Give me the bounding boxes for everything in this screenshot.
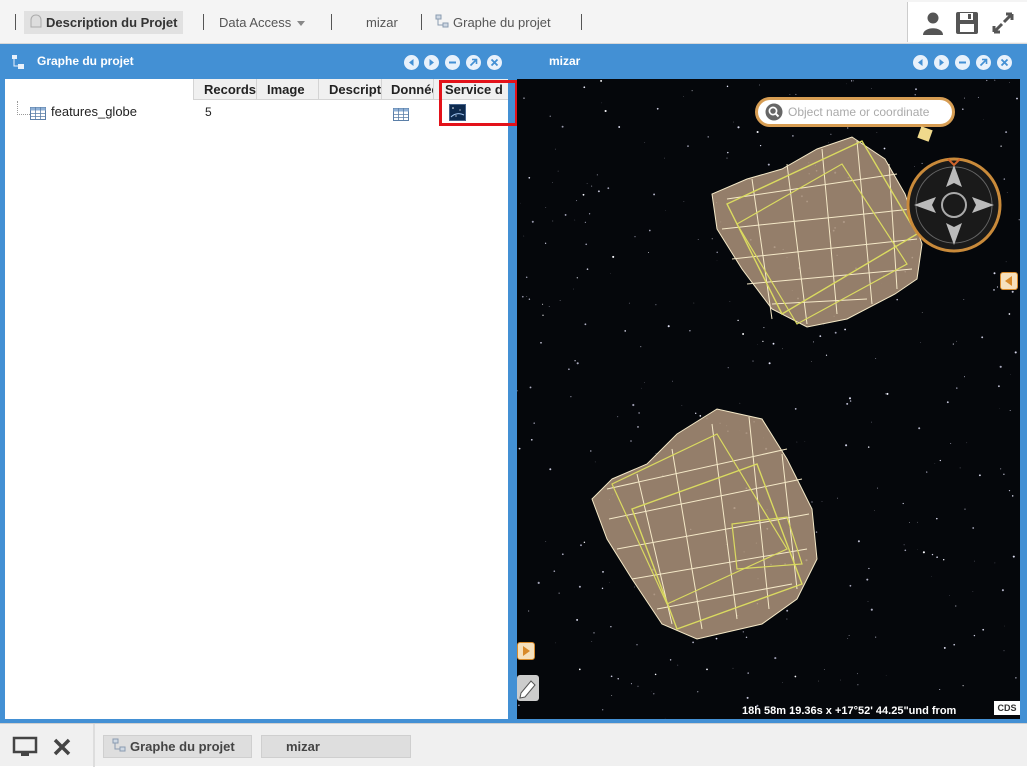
right-window-controls	[913, 55, 1017, 71]
close-icon[interactable]	[997, 55, 1012, 70]
minimize-icon[interactable]	[955, 55, 970, 70]
highlight-box	[439, 80, 518, 126]
toolbar-separator	[421, 14, 422, 30]
save-icon[interactable]	[954, 10, 980, 36]
column-header-records[interactable]: Records	[193, 79, 256, 100]
graph-icon	[11, 54, 25, 73]
tab-graphe-du-projet[interactable]: Graphe du projet	[429, 11, 557, 34]
tab-description-du-projet[interactable]: Description du Projet	[24, 11, 183, 34]
table-row[interactable]: features_globe 5	[5, 101, 508, 123]
tab-data-access[interactable]: Data Access	[213, 11, 311, 34]
right-panel-header: mizar	[517, 48, 1027, 76]
footprint-cluster-lower	[592, 409, 817, 639]
close-icon[interactable]	[487, 55, 502, 70]
expand-left-panel-icon[interactable]	[517, 642, 535, 660]
user-icon[interactable]	[920, 10, 946, 36]
search-icon	[765, 103, 783, 124]
tab-mizar[interactable]: mizar	[360, 11, 404, 34]
search-placeholder: Object name or coordinate	[788, 105, 929, 119]
tab-label: mizar	[366, 15, 398, 30]
desktop-icon[interactable]	[12, 736, 38, 761]
next-icon[interactable]	[424, 55, 439, 70]
table-icon[interactable]	[393, 106, 409, 128]
taskbar-item-label: Graphe du projet	[130, 739, 235, 754]
expand-right-panel-icon[interactable]	[1000, 272, 1018, 290]
maximize-icon[interactable]	[466, 55, 481, 70]
toolbar-separator	[203, 14, 204, 30]
taskbar-item-graphe[interactable]: Graphe du projet	[103, 735, 252, 758]
taskbar-item-label: mizar	[286, 739, 320, 754]
description-icon	[30, 12, 42, 35]
dropdown-caret-icon	[297, 21, 305, 26]
column-header-donnees[interactable]: Donnée	[381, 79, 433, 100]
toolbar-separator	[331, 14, 332, 30]
prev-icon[interactable]	[404, 55, 419, 70]
next-icon[interactable]	[934, 55, 949, 70]
column-header-description[interactable]: Descript	[318, 79, 381, 100]
taskbar: Graphe du projet mizar	[0, 723, 1027, 766]
toolbar-separator	[15, 14, 16, 30]
tree-connector	[17, 114, 30, 115]
tab-label: Data Access	[219, 15, 291, 30]
object-search-field[interactable]: Object name or coordinate	[755, 97, 955, 127]
maximize-icon[interactable]	[976, 55, 991, 70]
left-panel-header: Graphe du projet	[0, 48, 513, 76]
left-panel-title: Graphe du projet	[37, 54, 134, 68]
taskbar-divider	[93, 724, 95, 767]
cds-logo: CDS	[994, 701, 1020, 715]
graph-icon	[112, 737, 126, 758]
sky-viewer[interactable]: Object name or coordinate 18h 58m 19.36s…	[517, 79, 1020, 719]
tab-label: Graphe du projet	[453, 15, 551, 30]
table-icon	[30, 105, 46, 127]
footprint-cluster-upper	[712, 137, 922, 327]
compass-navigator[interactable]	[906, 157, 1002, 253]
left-window-controls	[404, 55, 508, 71]
dataset-name[interactable]: features_globe	[51, 101, 137, 123]
tree-connector	[17, 101, 18, 115]
records-count: 5	[205, 101, 212, 123]
right-panel-title: mizar	[549, 54, 580, 68]
coordinates-readout: 18h 58m 19.36s x +17°52' 44.25"und from	[742, 705, 956, 717]
taskbar-item-mizar[interactable]: mizar	[261, 735, 411, 758]
project-graph-panel: Records Image Descript Donnée Service d …	[5, 79, 508, 719]
top-right-tools	[907, 2, 1027, 42]
close-all-icon[interactable]	[52, 737, 72, 760]
minimize-icon[interactable]	[445, 55, 460, 70]
toolbar-separator	[581, 14, 582, 30]
prev-icon[interactable]	[913, 55, 928, 70]
edit-tool-icon[interactable]	[517, 675, 539, 701]
top-toolbar: Description du Projet Data Access mizar …	[0, 0, 1027, 44]
column-header-image[interactable]: Image	[256, 79, 318, 100]
tab-label: Description du Projet	[46, 15, 177, 30]
graph-icon	[435, 12, 449, 35]
fullscreen-icon[interactable]	[990, 10, 1016, 36]
